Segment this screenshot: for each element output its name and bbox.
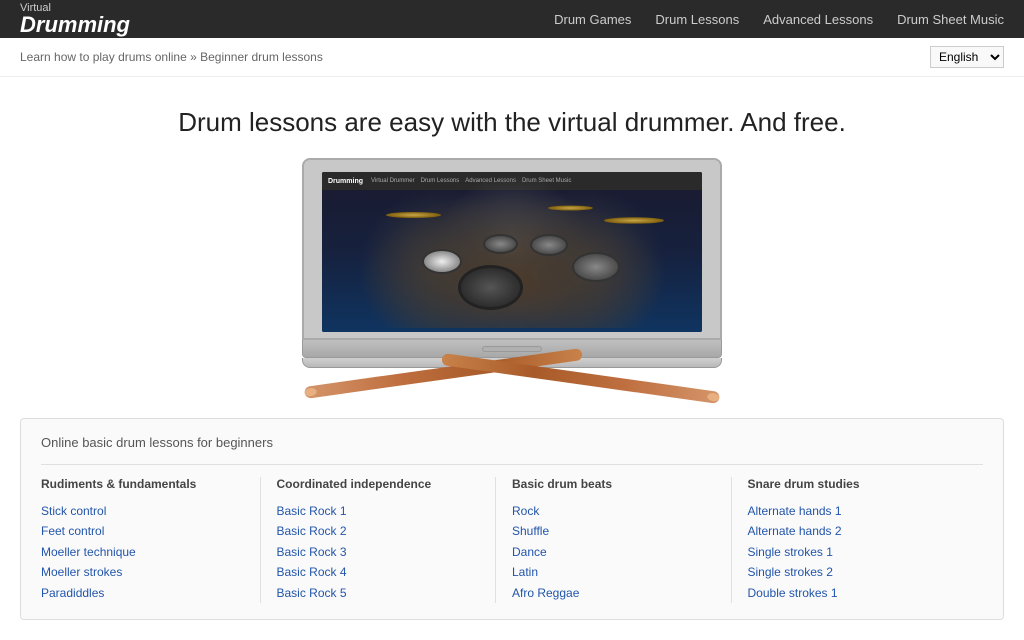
cymbal-icon: [548, 206, 593, 211]
list-item[interactable]: Double strokes 1: [748, 583, 968, 603]
logo[interactable]: Virtual Drumming: [20, 3, 130, 36]
screen-content: Drumming Virtual Drummer Drum Lessons Ad…: [322, 172, 702, 332]
breadcrumb-current: Beginner drum lessons: [200, 50, 323, 64]
nav-drum-lessons[interactable]: Drum Lessons: [655, 12, 739, 27]
drum-tom2-icon: [530, 234, 568, 256]
header: Virtual Drumming Drum Games Drum Lessons…: [0, 0, 1024, 38]
lessons-section: Online basic drum lessons for beginners …: [20, 418, 1004, 620]
hero-title: Drum lessons are easy with the virtual d…: [20, 107, 1004, 138]
list-item[interactable]: Shuffle: [512, 521, 715, 541]
list-item[interactable]: Moeller strokes: [41, 562, 244, 582]
list-item[interactable]: Paradiddles: [41, 583, 244, 603]
drumstick-tip-right: [707, 392, 720, 402]
lesson-column-rudiments: Rudiments & fundamentals Stick control F…: [41, 477, 261, 603]
list-item[interactable]: Alternate hands 1: [748, 501, 968, 521]
hero-section: Drum lessons are easy with the virtual d…: [0, 77, 1024, 378]
list-item[interactable]: Basic Rock 3: [277, 542, 480, 562]
list-item[interactable]: Rock: [512, 501, 715, 521]
list-item[interactable]: Stick control: [41, 501, 244, 521]
trackpad: [482, 346, 542, 352]
list-item[interactable]: Basic Rock 4: [277, 562, 480, 582]
list-item[interactable]: Basic Rock 2: [277, 521, 480, 541]
laptop-image: Drumming Virtual Drummer Drum Lessons Ad…: [302, 158, 722, 368]
lesson-column-snare: Snare drum studies Alternate hands 1 Alt…: [748, 477, 984, 603]
list-item[interactable]: Feet control: [41, 521, 244, 541]
column-header-rudiments: Rudiments & fundamentals: [41, 477, 244, 491]
drum-tom1-icon: [483, 234, 518, 254]
breadcrumb-bar: Learn how to play drums online » Beginne…: [0, 38, 1024, 77]
list-item[interactable]: Basic Rock 1: [277, 501, 480, 521]
cymbal-icon: [386, 212, 441, 218]
laptop-base: [302, 340, 722, 358]
lesson-column-beats: Basic drum beats Rock Shuffle Dance Lati…: [512, 477, 732, 603]
laptop-bottom: [302, 358, 722, 368]
column-header-beats: Basic drum beats: [512, 477, 715, 491]
main-nav: Drum Games Drum Lessons Advanced Lessons…: [554, 12, 1004, 27]
lessons-grid: Rudiments & fundamentals Stick control F…: [41, 464, 983, 603]
breadcrumb: Learn how to play drums online » Beginne…: [20, 50, 323, 64]
language-select[interactable]: English Spanish French German: [930, 46, 1004, 68]
list-item[interactable]: Afro Reggae: [512, 583, 715, 603]
laptop-screen-outer: Drumming Virtual Drummer Drum Lessons Ad…: [302, 158, 722, 340]
drumstick-tip-left: [304, 387, 317, 397]
lessons-section-title: Online basic drum lessons for beginners: [41, 435, 983, 450]
drum-kick-icon: [458, 265, 523, 310]
lesson-column-coordinated: Coordinated independence Basic Rock 1 Ba…: [277, 477, 497, 603]
list-item[interactable]: Alternate hands 2: [748, 521, 968, 541]
screen-drums: [332, 176, 693, 328]
drum-snare-icon: [422, 249, 462, 274]
nav-drum-games[interactable]: Drum Games: [554, 12, 631, 27]
list-item[interactable]: Basic Rock 5: [277, 583, 480, 603]
list-item[interactable]: Dance: [512, 542, 715, 562]
nav-drum-sheet-music[interactable]: Drum Sheet Music: [897, 12, 1004, 27]
list-item[interactable]: Moeller technique: [41, 542, 244, 562]
laptop: Drumming Virtual Drummer Drum Lessons Ad…: [302, 158, 722, 368]
logo-drumming: Drumming: [20, 12, 130, 37]
nav-advanced-lessons[interactable]: Advanced Lessons: [763, 12, 873, 27]
list-item[interactable]: Single strokes 2: [748, 562, 968, 582]
laptop-screen-inner: Drumming Virtual Drummer Drum Lessons Ad…: [322, 172, 702, 332]
breadcrumb-separator: »: [187, 50, 200, 64]
column-header-coordinated: Coordinated independence: [277, 477, 480, 491]
list-item[interactable]: Single strokes 1: [748, 542, 968, 562]
drum-floor-icon: [572, 252, 620, 282]
cymbal-icon: [604, 217, 664, 224]
column-header-snare: Snare drum studies: [748, 477, 968, 491]
list-item[interactable]: Latin: [512, 562, 715, 582]
breadcrumb-home[interactable]: Learn how to play drums online: [20, 50, 187, 64]
